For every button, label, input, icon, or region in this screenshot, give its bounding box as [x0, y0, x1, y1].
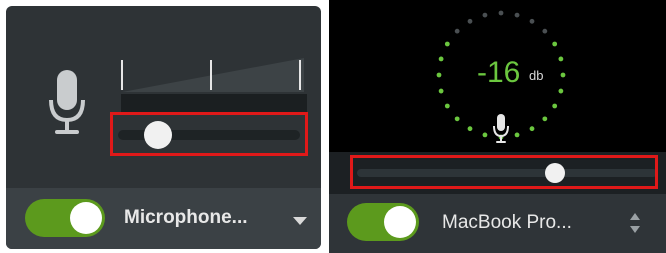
dial-dot: [514, 132, 520, 138]
microphone-toggle[interactable]: [347, 203, 419, 241]
microphone-toggle[interactable]: [25, 199, 105, 237]
dial-dot: [454, 116, 460, 122]
dial-dot: [558, 56, 564, 62]
device-name[interactable]: Microphone...: [124, 207, 248, 229]
dial-dot: [438, 88, 444, 94]
microphone-panel-right: -16 db MacBook Pro...: [329, 0, 666, 253]
dial-dot: [514, 12, 520, 18]
dial-dot: [498, 10, 504, 16]
highlight-box: [110, 112, 308, 156]
chevron-down-icon[interactable]: [293, 217, 307, 225]
toggle-knob[interactable]: [70, 202, 102, 234]
dial-dot: [558, 88, 564, 94]
microphone-icon: [49, 70, 85, 134]
dial-dot: [467, 18, 473, 24]
toggle-knob[interactable]: [384, 206, 416, 238]
microphone-icon: [493, 114, 509, 143]
dial-dot: [542, 116, 548, 122]
dial-dot: [444, 103, 450, 109]
dial-dot: [542, 28, 548, 34]
highlight-box: [350, 155, 658, 189]
up-down-stepper-icon[interactable]: [630, 211, 642, 235]
level-meter: [118, 54, 308, 114]
device-name[interactable]: MacBook Pro...: [442, 212, 572, 234]
dial-dot: [529, 18, 535, 24]
level-unit: db: [529, 68, 544, 83]
dial-dot: [552, 41, 558, 47]
dial-dot: [560, 72, 566, 78]
dial-dot: [454, 28, 460, 34]
dial-dot: [444, 41, 450, 47]
dial-dot: [436, 72, 442, 78]
dial-dot: [552, 103, 558, 109]
dial-dot: [438, 56, 444, 62]
dial-dot: [482, 132, 488, 138]
dial-dot: [482, 12, 488, 18]
dial-dot: [529, 126, 535, 132]
level-meter-bar: [121, 94, 307, 114]
level-meter-ticks: [121, 58, 304, 92]
dial-dot: [467, 126, 473, 132]
level-value: -16: [477, 56, 521, 89]
microphone-panel-left: Microphone...: [6, 6, 321, 249]
